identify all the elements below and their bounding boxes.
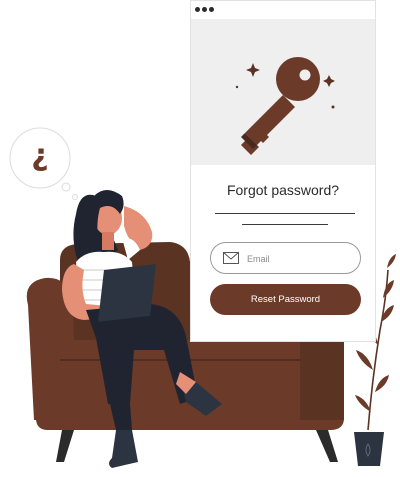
window-dot bbox=[209, 7, 214, 12]
window-title-bar bbox=[191, 1, 375, 20]
reset-password-button[interactable]: Reset Password bbox=[210, 284, 361, 315]
hero-area bbox=[191, 19, 375, 165]
key-icon bbox=[235, 57, 335, 155]
email-field[interactable] bbox=[210, 242, 361, 274]
thought-symbol: ¿ bbox=[31, 138, 49, 173]
window-dot bbox=[195, 7, 200, 12]
page-title: Forgot password? bbox=[226, 182, 340, 198]
divider bbox=[215, 213, 355, 214]
email-input[interactable] bbox=[245, 250, 354, 268]
window-dot bbox=[202, 7, 207, 12]
mail-icon bbox=[223, 252, 239, 264]
divider bbox=[242, 224, 328, 225]
